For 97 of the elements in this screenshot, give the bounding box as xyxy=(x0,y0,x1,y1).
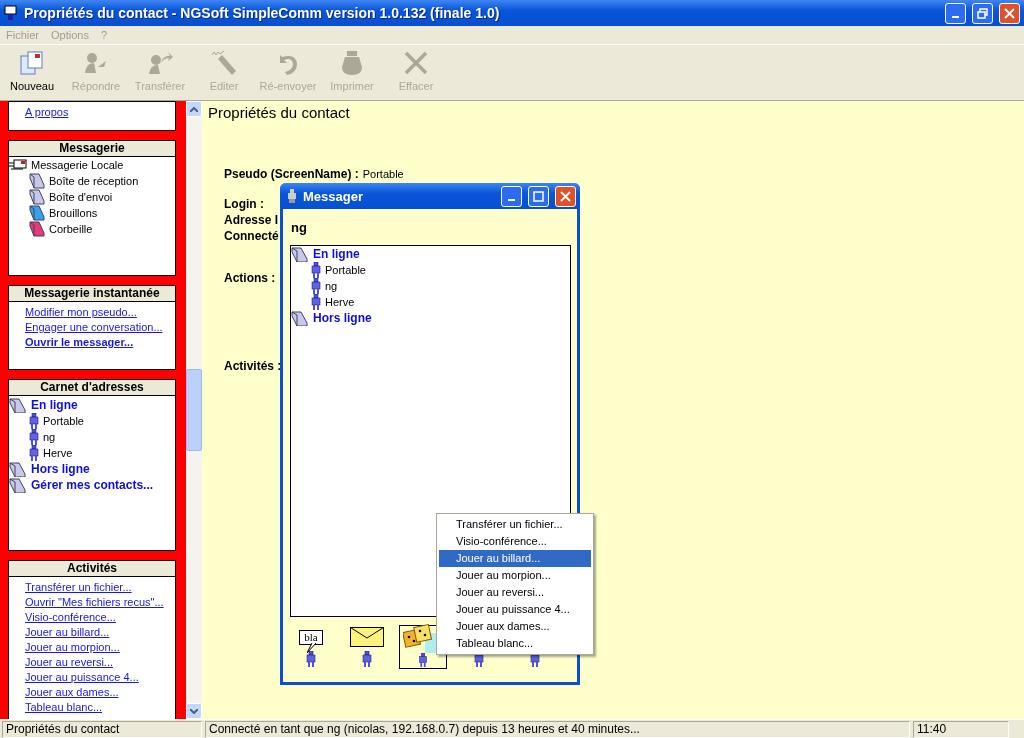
panel-header: Carnet d'adresses xyxy=(9,380,175,396)
maximize-button[interactable] xyxy=(528,185,549,207)
new-document-icon xyxy=(18,49,46,77)
scroll-down-button[interactable] xyxy=(186,703,202,719)
restore-button[interactable] xyxy=(972,2,993,24)
menu-item[interactable]: Visio-conférence... xyxy=(439,533,591,550)
tree-item[interactable]: Brouillons xyxy=(49,207,98,219)
minimize-button[interactable] xyxy=(945,2,966,24)
folder-icon xyxy=(29,189,45,205)
page-title: Propriétés du contact xyxy=(208,105,350,121)
scroll-up-button[interactable] xyxy=(186,101,202,117)
field-label: Adresse I xyxy=(224,213,279,227)
window-title: Messager xyxy=(303,188,364,204)
sidebar-link[interactable]: Jouer au billard... xyxy=(25,625,110,640)
close-icon xyxy=(560,190,571,202)
folder-icon xyxy=(9,477,27,493)
contact-name[interactable]: Herve xyxy=(325,296,355,308)
scrollbar-thumb[interactable] xyxy=(186,369,202,451)
panel-header: Activités xyxy=(9,561,175,577)
person-icon xyxy=(29,429,39,445)
group-label[interactable]: En ligne xyxy=(31,398,78,412)
section-label: Actions : xyxy=(224,271,276,285)
sidebar-link[interactable]: Tableau blanc... xyxy=(25,700,103,715)
close-icon xyxy=(1004,7,1015,19)
person-icon xyxy=(418,653,428,667)
sidebar-link[interactable]: Jouer au reversi... xyxy=(25,655,114,670)
field-label: Login : xyxy=(224,197,264,211)
wand-icon xyxy=(210,49,238,77)
status-text: Propriétés du contact xyxy=(2,720,202,738)
tree-item[interactable]: Messagerie Locale xyxy=(31,159,124,171)
sidebar-link[interactable]: Transférer un fichier... xyxy=(25,580,132,595)
tree-item[interactable]: Boîte d'envoi xyxy=(49,191,113,203)
folder-icon xyxy=(291,246,309,262)
sidebar-link[interactable]: Visio-conférence... xyxy=(25,610,116,625)
window-title: Propriétés du contact - NGSoft SimpleComm version 1.0.132 (finale 1.0) xyxy=(24,5,501,21)
envelope-icon xyxy=(350,627,384,647)
minimize-button[interactable] xyxy=(501,185,522,207)
sidebar-link[interactable]: Jouer au puissance 4... xyxy=(25,670,139,685)
delete-icon xyxy=(402,49,430,77)
sidebar-link[interactable]: Engager une conversation... xyxy=(25,320,163,335)
sidebar-link[interactable]: Modifier mon pseudo... xyxy=(25,305,137,320)
contact-name[interactable]: Portable xyxy=(43,415,84,427)
menu-item[interactable]: Jouer aux dames... xyxy=(439,618,591,635)
close-button[interactable] xyxy=(999,2,1020,24)
section-label: Activités : xyxy=(224,359,282,373)
folder-icon xyxy=(291,310,309,326)
field-label: Pseudo (ScreenName) : xyxy=(224,167,359,181)
panel-header: Messagerie xyxy=(9,141,175,157)
person-icon xyxy=(287,189,297,203)
sidebar-link[interactable]: Jouer aux dames... xyxy=(25,685,119,700)
group-label[interactable]: Gérer mes contacts... xyxy=(31,478,154,492)
panel-header: Messagerie instantanée xyxy=(9,286,175,302)
menu-item[interactable]: Jouer au reversi... xyxy=(439,584,591,601)
contact-name[interactable]: Portable xyxy=(325,264,366,276)
menu-item[interactable]: Jouer au morpion... xyxy=(439,567,591,584)
menu-item[interactable]: Transférer un fichier... xyxy=(439,516,591,533)
person-icon xyxy=(306,651,316,667)
toolbar-button[interactable]: Nouveau xyxy=(0,45,64,100)
maximize-icon xyxy=(533,190,544,202)
menu-item[interactable]: Jouer au puissance 4... xyxy=(439,601,591,618)
contact-name[interactable]: ng xyxy=(325,280,338,292)
minimize-icon xyxy=(508,199,515,201)
tree-item[interactable]: Corbeille xyxy=(49,223,93,235)
bubble-tail-icon xyxy=(307,643,318,653)
sidebar-link[interactable]: Jouer au morpion... xyxy=(25,640,120,655)
restore-icon xyxy=(977,7,988,19)
app-icon xyxy=(4,5,18,21)
trash-icon xyxy=(29,221,45,237)
field-value: Portable xyxy=(362,168,404,180)
menu-item[interactable]: Jouer au billard... xyxy=(439,550,591,567)
forward-icon xyxy=(146,49,174,77)
person-icon xyxy=(362,651,372,667)
folder-icon xyxy=(9,397,27,413)
sidebar-link[interactable]: A propos xyxy=(25,105,69,120)
group-label[interactable]: En ligne xyxy=(313,247,360,261)
group-label[interactable]: Hors ligne xyxy=(31,462,90,476)
field-label: Connecté xyxy=(224,229,279,243)
contact-name[interactable]: Herve xyxy=(43,447,73,459)
tree-item[interactable]: Boîte de réception xyxy=(49,175,139,187)
sidebar-link[interactable]: Ouvrir "Mes fichiers recus"... xyxy=(25,595,164,610)
minimize-icon xyxy=(952,16,959,18)
drafts-icon xyxy=(29,205,45,221)
group-label[interactable]: Hors ligne xyxy=(313,311,372,325)
folder-icon xyxy=(29,173,45,189)
person-icon xyxy=(311,262,321,278)
contact-name[interactable]: ng xyxy=(43,431,56,443)
menu-item[interactable]: Tableau blanc... xyxy=(439,635,591,652)
person-icon xyxy=(311,294,321,310)
person-icon xyxy=(29,413,39,429)
status-text: 11:40 xyxy=(913,720,1009,738)
person-icon xyxy=(311,278,321,294)
close-button[interactable] xyxy=(555,185,576,207)
status-text: Connecté en tant que ng (nicolas, 192.168.0.7) depuis 13 heures et 40 minutes... xyxy=(205,720,910,738)
user-name: ng xyxy=(291,220,307,235)
folder-icon xyxy=(9,461,27,477)
sidebar-link[interactable]: Ouvrir le messager... xyxy=(25,335,134,350)
person-icon xyxy=(29,445,39,461)
